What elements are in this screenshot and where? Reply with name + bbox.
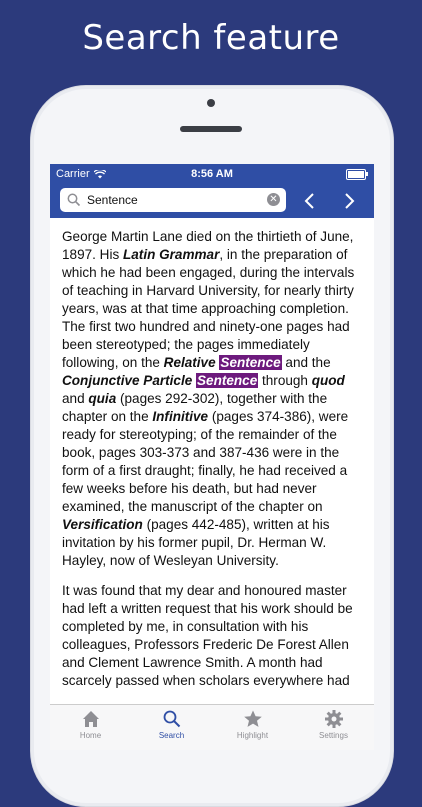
tab-home-label: Home [79,731,102,740]
home-icon [82,711,99,727]
emphasis-term: Versification [62,517,143,532]
search-icon [67,193,81,207]
battery-icon [346,169,368,180]
front-camera [207,99,215,107]
text-run: (pages 374-386), were ready for stereoty… [62,409,349,514]
text-run: , in the preparation of which he had bee… [62,247,355,370]
emphasis-term: quia [88,391,117,406]
star-icon [243,710,262,727]
search-navbar: Sentence ✕ [50,184,374,218]
tab-highlight-label: Highlight [236,731,269,740]
tab-highlight[interactable]: Highlight [212,705,293,750]
status-time: 8:56 AM [191,168,233,180]
chevron-right-icon [345,193,355,209]
promo-title: Search feature [82,18,340,58]
emphasis-term: Infinitive [152,409,209,424]
emphasis-term: Relative [163,355,216,370]
reader-content: George Martin Lane died on the thirtieth… [62,228,365,702]
gear-icon [324,710,343,728]
search-icon [163,710,180,728]
tab-settings[interactable]: Settings [293,705,374,750]
chevron-left-icon [304,193,314,209]
paragraph-1: George Martin Lane died on the thirtieth… [62,228,365,570]
search-match-highlight: Sentence [196,373,259,388]
tab-settings-label: Settings [319,731,348,740]
tab-home[interactable]: Home [50,705,131,750]
app-screen: Carrier 8:56 AM Sentence ✕ George Martin… [50,164,374,750]
search-input[interactable]: Sentence ✕ [60,188,286,212]
earpiece-speaker [180,126,242,132]
tab-search-label: Search [158,731,185,740]
search-query[interactable]: Sentence [87,193,138,207]
status-bar: Carrier 8:56 AM [50,164,374,184]
clear-search-button[interactable]: ✕ [267,193,280,206]
text-run: and the [281,355,331,370]
paragraph-2: It was found that my dear and honoured m… [62,583,353,688]
emphasis-term: Conjunctive Particle [62,373,193,388]
search-match-highlight: Sentence [219,355,282,370]
previous-result-button[interactable] [298,189,322,213]
emphasis-term: Latin Grammar [123,247,220,262]
text-run: and [62,391,89,406]
next-result-button[interactable] [337,189,361,213]
tab-search[interactable]: Search [131,705,212,750]
emphasis-term: quod [311,373,345,388]
tab-bar: Home Search Highlight Settings [50,704,374,750]
text-run: through [258,373,312,388]
